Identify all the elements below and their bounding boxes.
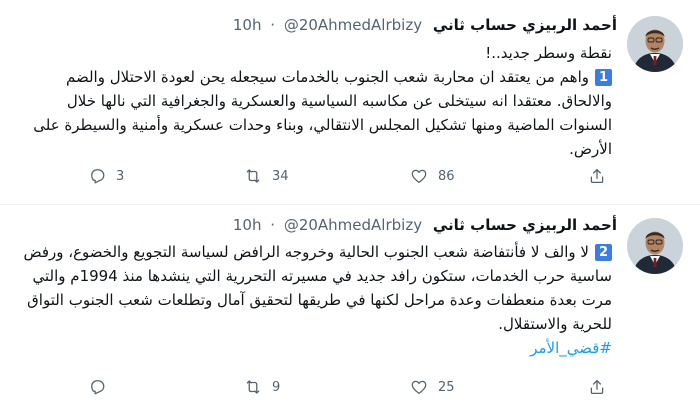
reply-button[interactable] [88,375,116,399]
share-icon [590,168,604,184]
tweet-thread: أحمد الربيزي حساب ثاني @20AhmedAlrbizy ·… [0,0,700,403]
like-button[interactable]: 25 [410,375,455,399]
separator-dot: · [270,16,276,34]
heart-icon [411,380,427,395]
avatar[interactable] [627,218,683,274]
tweet-header: أحمد الربيزي حساب ثاني @20AhmedAlrbizy ·… [233,213,617,237]
tweet-text-paragraph: 1واهم من يعتقد ان محاربة شعب الجنوب بالخ… [12,65,612,161]
tweet-text: نقطة وسطر جديد..! 1واهم من يعتقد ان محار… [12,41,612,161]
avatar[interactable] [627,16,683,72]
retweet-icon [246,380,260,394]
tweet[interactable]: أحمد الربيزي حساب ثاني @20AhmedAlrbizy ·… [0,205,700,403]
user-handle[interactable]: @20AhmedAlrbizy [284,16,422,34]
retweet-count: 34 [272,168,289,184]
timestamp[interactable]: 10h [233,216,262,234]
tweet-actions: 9 25 [88,375,604,399]
separator-dot: · [270,216,276,234]
like-button[interactable]: 86 [410,164,455,188]
share-icon [590,379,604,395]
number-badge-icon: 2 [595,244,612,261]
user-handle[interactable]: @20AhmedAlrbizy [284,216,422,234]
share-button[interactable] [588,164,606,188]
tweet-text-main: واهم من يعتقد ان محاربة شعب الجنوب بالخد… [33,68,612,158]
like-count: 25 [438,379,455,395]
retweet-icon [246,169,260,183]
reply-button[interactable]: 3 [88,164,124,188]
tweet-header: أحمد الربيزي حساب ثاني @20AhmedAlrbizy ·… [233,13,617,37]
reply-count: 3 [116,168,125,184]
heart-icon [411,169,427,184]
retweet-button[interactable]: 34 [244,164,289,188]
reply-icon [91,169,105,184]
display-name[interactable]: أحمد الربيزي حساب ثاني [433,216,617,234]
tweet-text-main: لا والف لا فأنتفاضة شعب الجنوب الحالية و… [23,243,612,333]
tweet-text-paragraph: 2لا والف لا فأنتفاضة شعب الجنوب الحالية … [12,240,612,336]
display-name[interactable]: أحمد الربيزي حساب ثاني [433,16,617,34]
avatar-image [627,16,683,72]
tweet-text-line: نقطة وسطر جديد..! [485,44,612,62]
tweet-text: 2لا والف لا فأنتفاضة شعب الجنوب الحالية … [12,240,612,360]
retweet-button[interactable]: 9 [244,375,280,399]
reply-icon [91,380,105,395]
tweet[interactable]: أحمد الربيزي حساب ثاني @20AhmedAlrbizy ·… [0,0,700,204]
like-count: 86 [438,168,455,184]
timestamp[interactable]: 10h [233,16,262,34]
retweet-count: 9 [272,379,281,395]
avatar-image [627,218,683,274]
number-badge-icon: 1 [595,69,612,86]
hashtag-link[interactable]: #قضي_الأمر [12,336,612,360]
share-button[interactable] [588,375,606,399]
tweet-actions: 3 34 86 [88,164,604,188]
